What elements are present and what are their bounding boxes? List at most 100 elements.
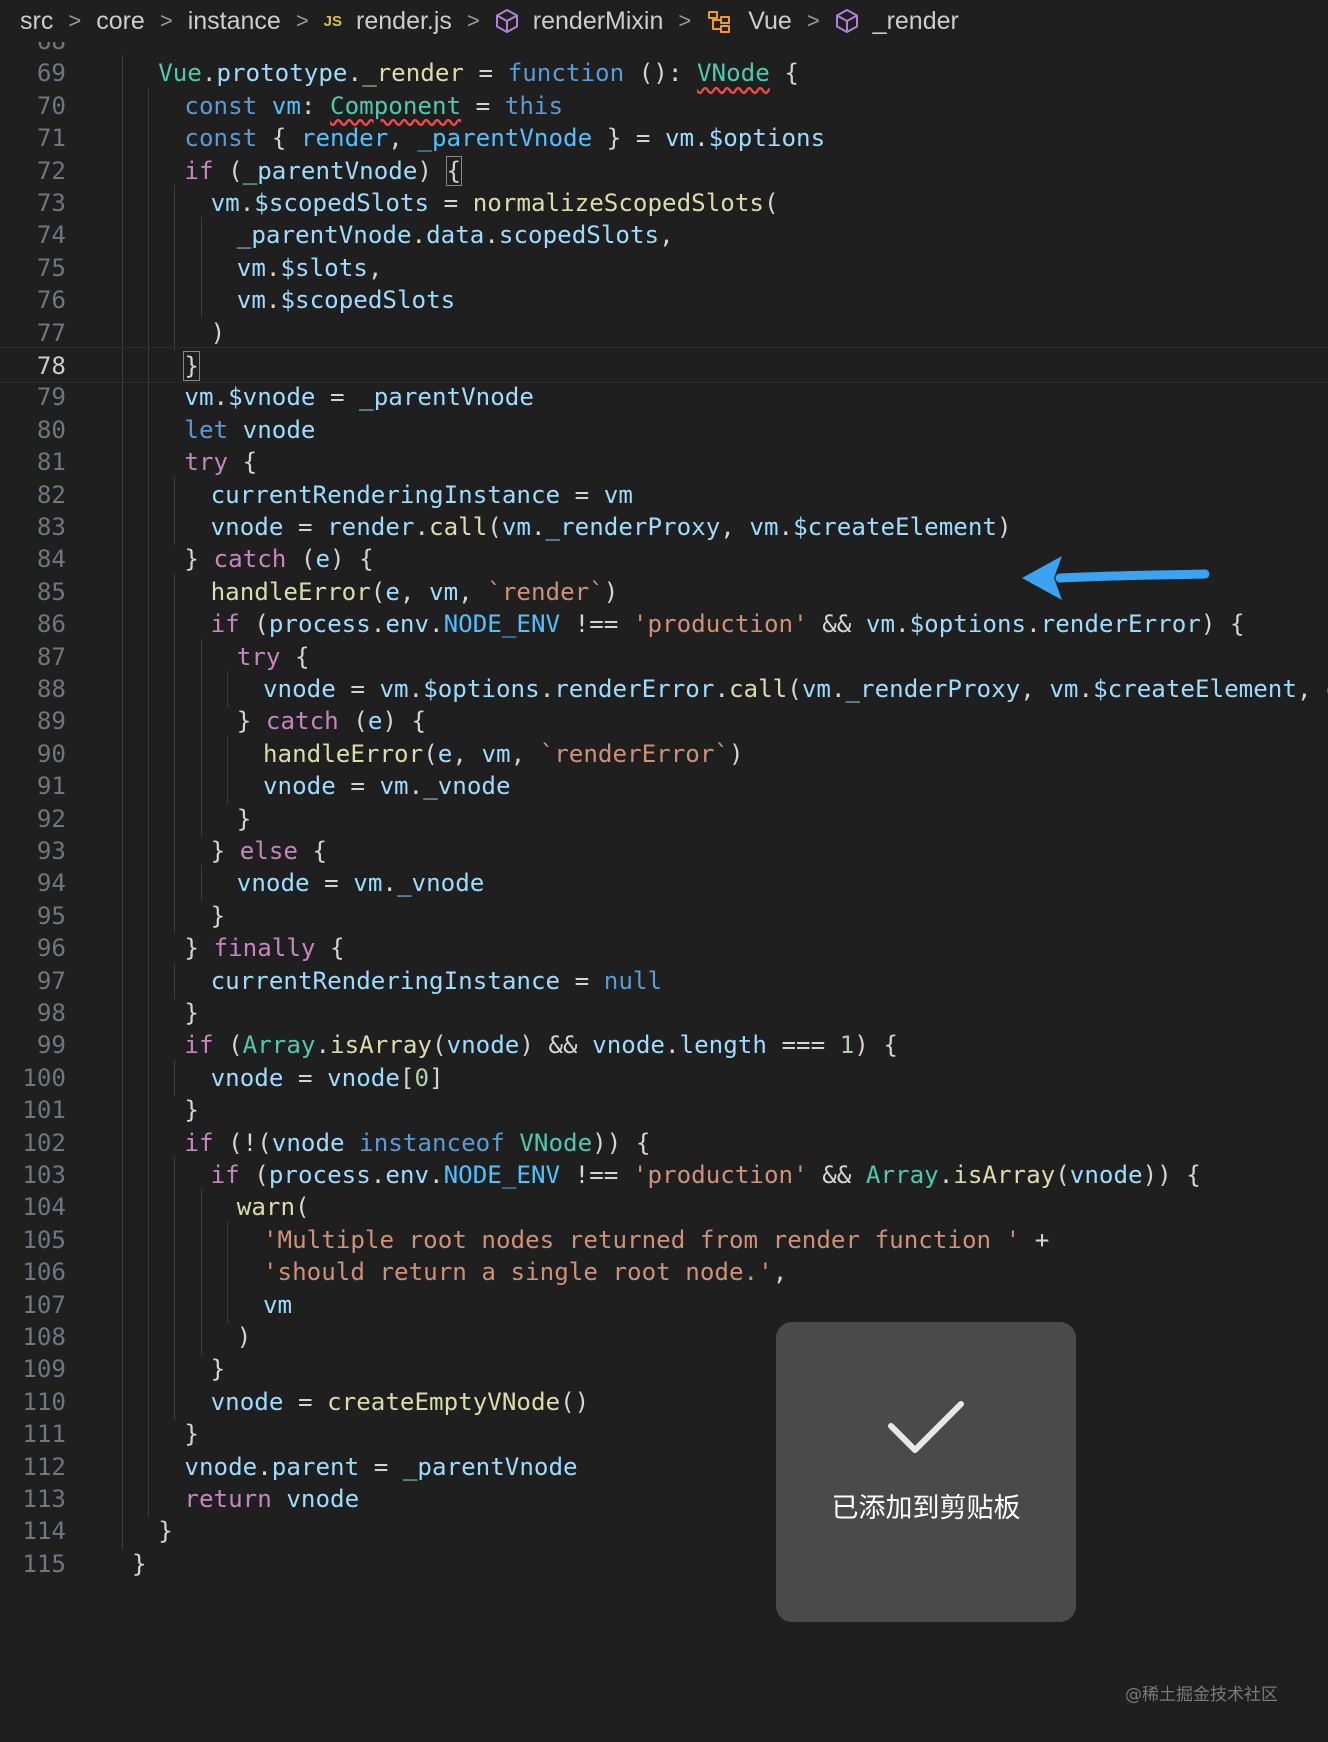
code-line[interactable]: 95} bbox=[0, 897, 1328, 934]
code-line[interactable]: 77) bbox=[0, 314, 1328, 351]
code-editor[interactable]: 6869Vue.prototype._render = function ():… bbox=[0, 42, 1328, 1742]
code-line[interactable]: 90 handleError(e, vm, `renderError`) bbox=[0, 735, 1328, 772]
indent-guide bbox=[122, 444, 123, 481]
breadcrumb-item-instance[interactable]: instance bbox=[188, 7, 281, 36]
code-line[interactable]: 101} bbox=[0, 1092, 1328, 1129]
code-line[interactable]: 111} bbox=[0, 1416, 1328, 1453]
code-token: 'production' bbox=[632, 1161, 808, 1189]
code-token: ( bbox=[423, 739, 438, 768]
code-token: vm bbox=[184, 383, 214, 412]
code-line[interactable]: 104 warn( bbox=[0, 1189, 1328, 1226]
code-text: let vnode bbox=[184, 412, 315, 448]
code-line[interactable]: 99 if (Array.isArray(vnode) && vnode.leng… bbox=[0, 1027, 1328, 1064]
code-line[interactable]: 76 vm.$scopedSlots bbox=[0, 282, 1328, 319]
breadcrumb-item-vue[interactable]: Vue bbox=[706, 7, 792, 36]
code-token: ) && bbox=[519, 1031, 593, 1060]
code-token: ( bbox=[213, 1031, 243, 1060]
code-line[interactable]: 100 vnode = vnode[0] bbox=[0, 1059, 1328, 1096]
indent-guide bbox=[122, 768, 123, 805]
code-line[interactable]: 107 vm bbox=[0, 1286, 1328, 1323]
code-token: let bbox=[184, 415, 229, 444]
code-line[interactable]: 110 vnode = createEmptyVNode() bbox=[0, 1383, 1328, 1420]
code-token: process bbox=[268, 1161, 371, 1189]
code-line[interactable]: 89} catch (e) { bbox=[0, 703, 1328, 740]
code-line[interactable]: 102 if (!(vnode instanceof VNode)) { bbox=[0, 1124, 1328, 1161]
indent-guide bbox=[148, 995, 150, 1031]
code-line[interactable]: 115} bbox=[0, 1546, 1328, 1582]
code-token: call bbox=[429, 513, 488, 541]
indent-guide bbox=[122, 1513, 123, 1550]
code-line[interactable]: 113 return vnode bbox=[0, 1481, 1328, 1517]
indent-guide bbox=[122, 1481, 123, 1517]
code-token: ( bbox=[295, 1193, 310, 1222]
copied-toast: 已添加到剪贴板 bbox=[776, 1322, 1076, 1622]
code-line[interactable]: 81 try { bbox=[0, 444, 1328, 481]
code-line[interactable]: 114} bbox=[0, 1513, 1328, 1550]
indent-guide bbox=[200, 1221, 202, 1258]
code-line[interactable]: 71 const { render, _parentVnode } = vm.$o… bbox=[0, 120, 1328, 157]
code-line[interactable]: 83 vnode = render.call(vm._renderProxy, v… bbox=[0, 509, 1328, 545]
code-token: VNode bbox=[697, 59, 770, 88]
indent-guide bbox=[200, 703, 202, 740]
code-line[interactable]: 80 let vnode bbox=[0, 411, 1328, 448]
indent-guide bbox=[174, 1221, 176, 1258]
code-line[interactable]: 74 _parentVnode.data.scopedSlots, bbox=[0, 217, 1328, 254]
indent-guide bbox=[148, 1383, 150, 1420]
code-line[interactable]: 70 const vm: Component = this bbox=[0, 87, 1328, 124]
code-token: 0 bbox=[414, 1063, 430, 1092]
code-line[interactable]: 105 'Multiple root nodes returned from re… bbox=[0, 1221, 1328, 1258]
code-line[interactable]: 103 if (process.env.NODE_ENV !== 'product… bbox=[0, 1157, 1328, 1193]
code-token: vnode bbox=[236, 869, 310, 898]
code-token: ) bbox=[210, 318, 226, 347]
line-number: 107 bbox=[22, 1290, 66, 1319]
indent-guide bbox=[200, 217, 202, 254]
indent-guide bbox=[148, 1027, 150, 1064]
code-line[interactable]: 98} bbox=[0, 995, 1328, 1031]
code-line[interactable]: 109} bbox=[0, 1351, 1328, 1388]
line-number: 91 bbox=[36, 772, 66, 801]
breadcrumb-item-render-js[interactable]: JS render.js bbox=[324, 7, 452, 36]
indent-guide bbox=[174, 573, 176, 610]
code-line[interactable]: 72 if (_parentVnode) { bbox=[0, 152, 1328, 189]
code-line[interactable]: 69 Vue.prototype._render = function (): V… bbox=[0, 55, 1328, 92]
code-line[interactable]: 94 vnode = vm._vnode bbox=[0, 865, 1328, 902]
code-token: vnode bbox=[242, 415, 316, 444]
code-line[interactable]: 96} finally { bbox=[0, 930, 1328, 967]
indent-guide bbox=[122, 509, 123, 545]
code-line[interactable]: 86 if (process.env.NODE_ENV !== 'producti… bbox=[0, 606, 1328, 643]
code-token: _vnode bbox=[423, 772, 511, 801]
chevron-right-icon: > bbox=[68, 8, 82, 33]
code-line[interactable]: 108) bbox=[0, 1319, 1328, 1355]
code-line[interactable]: 97 currentRenderingInstance = null bbox=[0, 962, 1328, 999]
code-line[interactable]: 79 vm.$vnode = _parentVnode bbox=[0, 379, 1328, 416]
code-token: else bbox=[239, 837, 298, 865]
code-line[interactable]: 87 try { bbox=[0, 638, 1328, 675]
breadcrumb-item-rendermixin[interactable]: renderMixin bbox=[495, 7, 663, 36]
code-text: vm.$vnode = _parentVnode bbox=[184, 379, 534, 415]
indent-guide bbox=[122, 1448, 123, 1485]
indent-guide bbox=[174, 476, 176, 513]
indent-guide bbox=[174, 1383, 176, 1420]
code-line[interactable]: 92} bbox=[0, 800, 1328, 837]
code-token: , bbox=[367, 253, 383, 282]
code-line[interactable]: 75 vm.$slots, bbox=[0, 249, 1328, 286]
code-line[interactable]: 106 'should return a single root node.', bbox=[0, 1254, 1328, 1291]
breadcrumb-item-render[interactable]: _render bbox=[835, 7, 959, 36]
code-line[interactable]: 78} bbox=[0, 347, 1328, 383]
code-line[interactable]: 112 vnode.parent = _parentVnode bbox=[0, 1448, 1328, 1485]
code-text: } bbox=[184, 1092, 199, 1128]
indent-guide bbox=[148, 541, 150, 578]
code-line[interactable]: 73 vm.$scopedSlots = normalizeScopedSlots… bbox=[0, 185, 1328, 221]
code-line[interactable]: 88 vnode = vm.$options.renderError.call(v… bbox=[0, 671, 1328, 707]
code-line[interactable]: 91 vnode = vm._vnode bbox=[0, 768, 1328, 805]
line-number: 114 bbox=[22, 1517, 66, 1546]
code-token: $slots bbox=[280, 253, 368, 282]
code-token: , bbox=[1296, 675, 1327, 703]
breadcrumb-item-core[interactable]: core bbox=[96, 7, 145, 36]
code-line[interactable]: 93} else { bbox=[0, 833, 1328, 869]
breadcrumb-item-src[interactable]: src bbox=[20, 7, 53, 36]
line-number: 82 bbox=[36, 480, 66, 509]
indent-guide bbox=[226, 671, 228, 707]
code-line[interactable]: 82 currentRenderingInstance = vm bbox=[0, 476, 1328, 513]
indent-guide bbox=[148, 833, 150, 869]
